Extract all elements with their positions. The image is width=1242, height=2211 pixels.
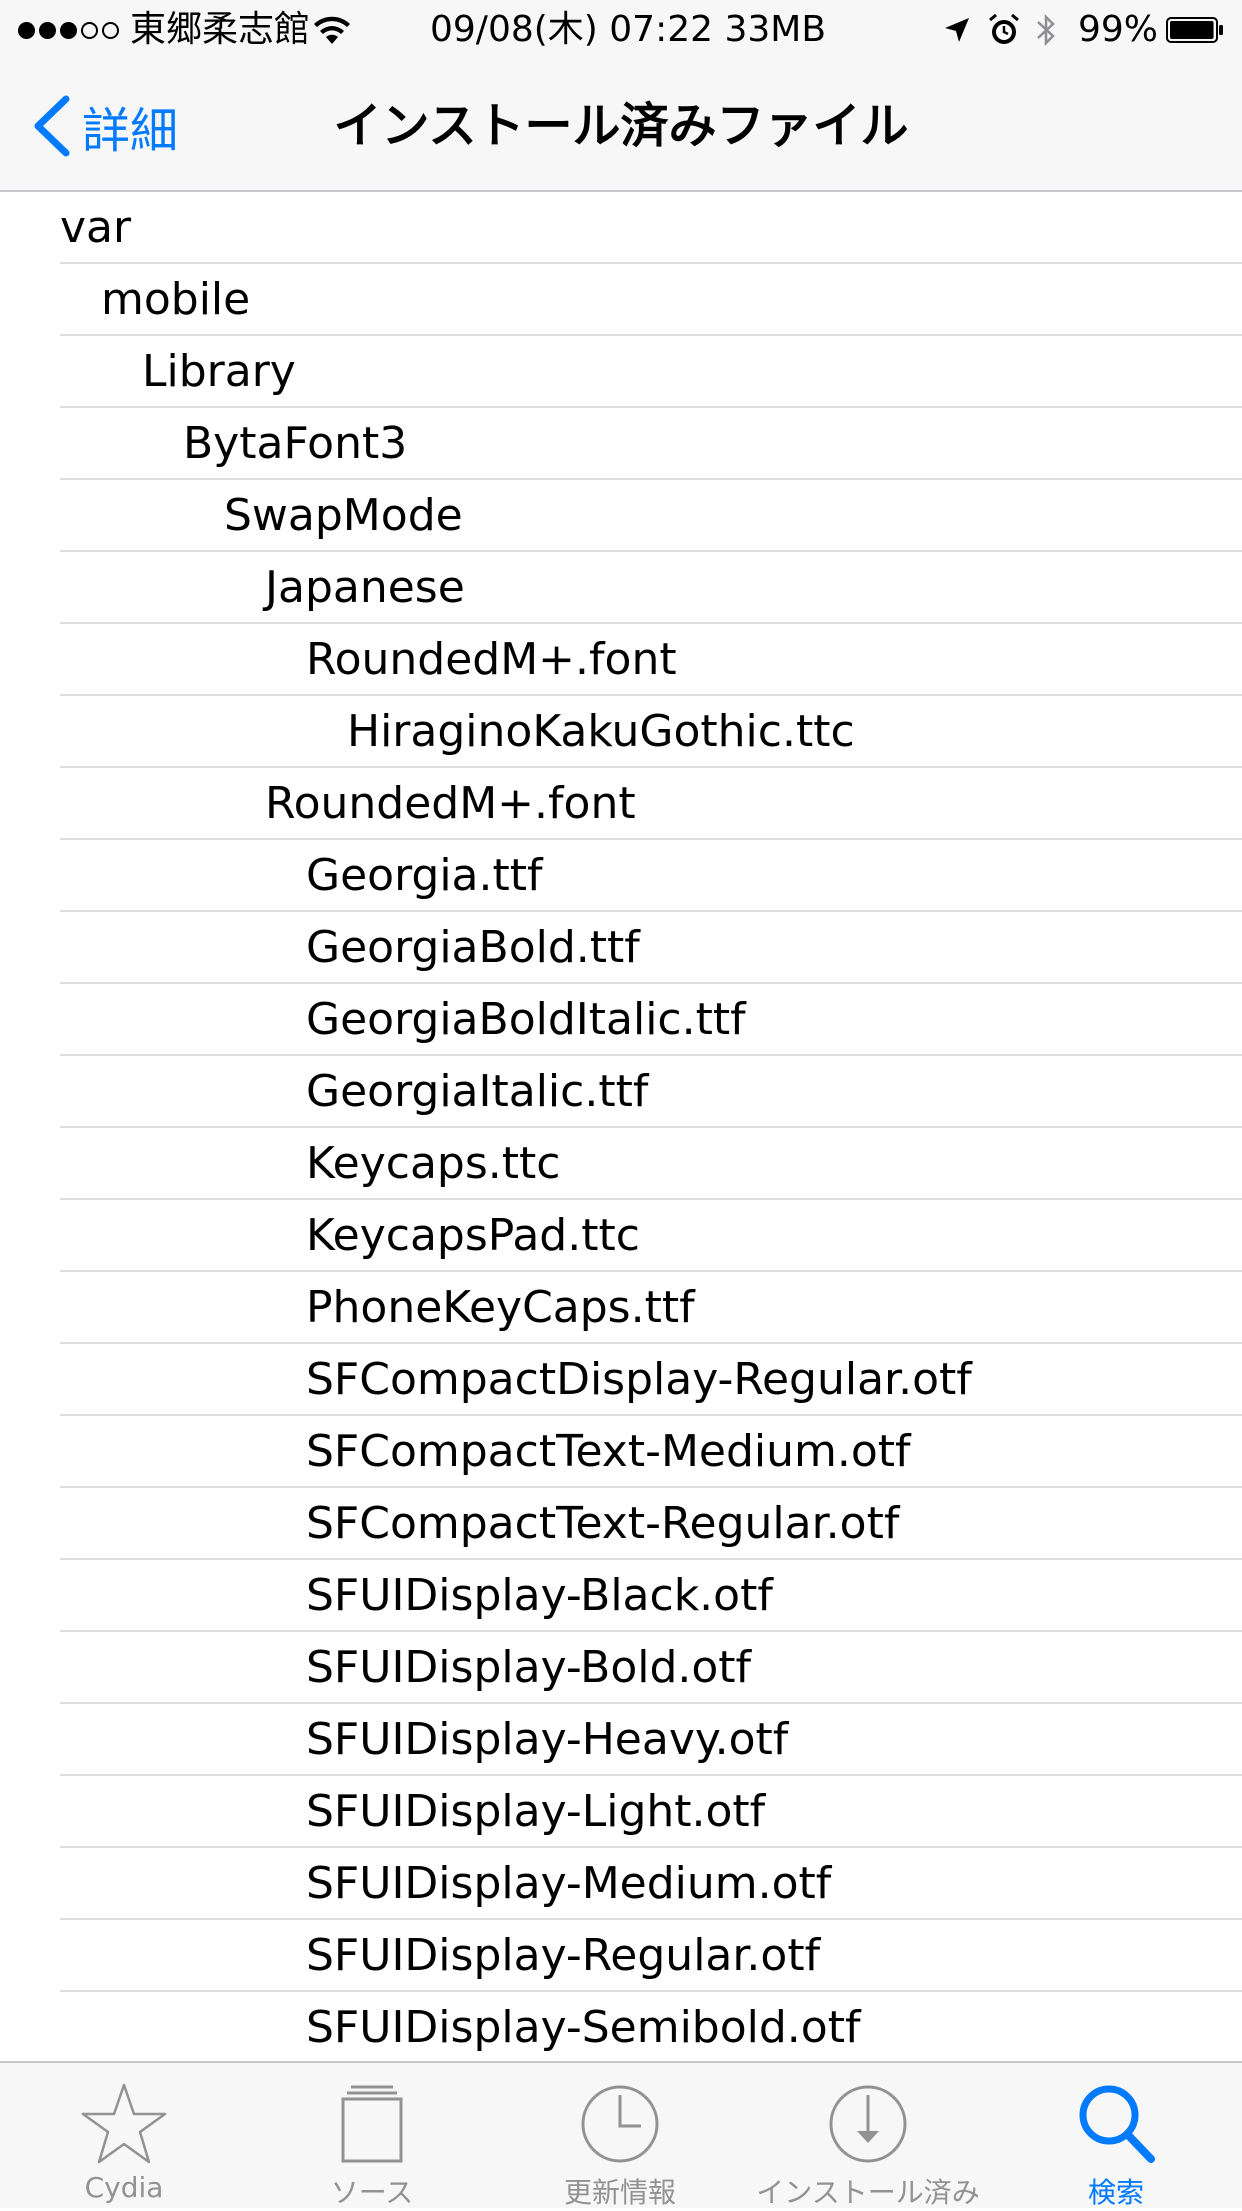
installed-file-list: var mobile Library BytaFont3 SwapMode Japanes… [0, 192, 1242, 2064]
file-name: SFUIDisplay-Semibold.otf [306, 2002, 861, 2053]
file-name: SFUIDisplay-Regular.otf [306, 1930, 821, 1981]
file-row: KeycapsPad.ttc [60, 1200, 1242, 1272]
wifi-icon [314, 16, 350, 44]
file-name: SFCompactText-Regular.otf [306, 1498, 900, 1549]
file-name: Keycaps.ttc [306, 1138, 561, 1189]
signal-dot [81, 21, 98, 39]
file-name: RoundedM+.font [265, 778, 636, 829]
status-datetime: 09/08(木) 07:22 33MB [430, 9, 827, 50]
file-name: SFUIDisplay-Heavy.otf [306, 1714, 789, 1765]
sources-icon [341, 2085, 403, 2163]
file-row: RoundedM+.font [60, 624, 1242, 696]
file-row: SFCompactDisplay-Regular.otf [60, 1344, 1242, 1416]
file-row: GeorgiaBold.ttf [60, 912, 1242, 984]
file-name: Japanese [265, 562, 465, 613]
file-row: Library [60, 336, 1242, 408]
file-name: Library [142, 346, 296, 397]
file-name: GeorgiaBold.ttf [306, 922, 640, 973]
file-name: BytaFont3 [183, 418, 408, 469]
file-row: HiraginoKakuGothic.ttc [60, 696, 1242, 768]
signal-dot [60, 21, 77, 39]
file-row: SFUIDisplay-Semibold.otf [60, 1992, 1242, 2064]
signal-dot [18, 21, 35, 39]
download-icon [829, 2085, 907, 2163]
file-row: SFUIDisplay-Black.otf [60, 1560, 1242, 1632]
file-row: PhoneKeyCaps.ttf [60, 1272, 1242, 1344]
star-icon [81, 2083, 167, 2164]
tab-bar: Cydia ソース 更新情報 インストール済み 検索 [0, 2061, 1242, 2209]
file-row: GeorgiaItalic.ttf [60, 1056, 1242, 1128]
alarm-icon [989, 14, 1019, 44]
file-row: SFCompactText-Regular.otf [60, 1488, 1242, 1560]
file-name: SFUIDisplay-Light.otf [306, 1786, 766, 1837]
file-name: SFCompactText-Medium.otf [306, 1426, 911, 1477]
location-arrow-icon [945, 18, 969, 42]
file-name: HiraginoKakuGothic.ttc [347, 706, 855, 757]
file-name: SFCompactDisplay-Regular.otf [306, 1354, 972, 1405]
file-name: PhoneKeyCaps.ttf [306, 1282, 695, 1333]
page-title: インストール済みファイル [333, 98, 909, 154]
file-row: Keycaps.ttc [60, 1128, 1242, 1200]
file-row: SFUIDisplay-Bold.otf [60, 1632, 1242, 1704]
file-row: SFUIDisplay-Light.otf [60, 1776, 1242, 1848]
signal-strength-icon [18, 0, 119, 60]
file-row: var [60, 192, 1242, 264]
tab-search[interactable]: 検索 [992, 2063, 1240, 2209]
file-name: KeycapsPad.ttc [306, 1210, 640, 1261]
file-name: SwapMode [224, 490, 463, 541]
file-name: SFUIDisplay-Black.otf [306, 1570, 773, 1621]
file-name: Georgia.ttf [306, 850, 543, 901]
search-icon [1079, 2085, 1155, 2163]
file-name: RoundedM+.font [306, 634, 677, 685]
file-name: mobile [101, 274, 251, 325]
file-row: SFCompactText-Medium.otf [60, 1416, 1242, 1488]
file-name: GeorgiaBoldItalic.ttf [306, 994, 746, 1045]
file-row: mobile [60, 264, 1242, 336]
file-row: BytaFont3 [60, 408, 1242, 480]
file-name: SFUIDisplay-Bold.otf [306, 1642, 752, 1693]
bluetooth-icon [1037, 13, 1055, 47]
carrier-name: 東郷柔志館 [130, 9, 311, 50]
navigation-bar: 詳細 インストール済みファイル [0, 60, 1242, 192]
file-row: GeorgiaBoldItalic.ttf [60, 984, 1242, 1056]
signal-dot [102, 21, 119, 39]
file-row: SFUIDisplay-Regular.otf [60, 1920, 1242, 1992]
status-bar: 東郷柔志館 09/08(木) 07:22 33MB 99% [0, 0, 1242, 60]
file-row: SFUIDisplay-Heavy.otf [60, 1704, 1242, 1776]
file-name: var [60, 202, 132, 253]
file-row: Georgia.ttf [60, 840, 1242, 912]
file-name: GeorgiaItalic.ttf [306, 1066, 649, 1117]
battery-percent: 99% [1078, 9, 1159, 50]
file-row: Japanese [60, 552, 1242, 624]
file-row: RoundedM+.font [60, 768, 1242, 840]
tab-label: 検索 [1087, 2176, 1144, 2209]
file-row: SFUIDisplay-Medium.otf [60, 1848, 1242, 1920]
signal-dot [39, 21, 56, 39]
clock-icon [581, 2085, 659, 2163]
file-row: SwapMode [60, 480, 1242, 552]
file-name: SFUIDisplay-Medium.otf [306, 1858, 832, 1909]
battery-icon [1166, 17, 1223, 43]
